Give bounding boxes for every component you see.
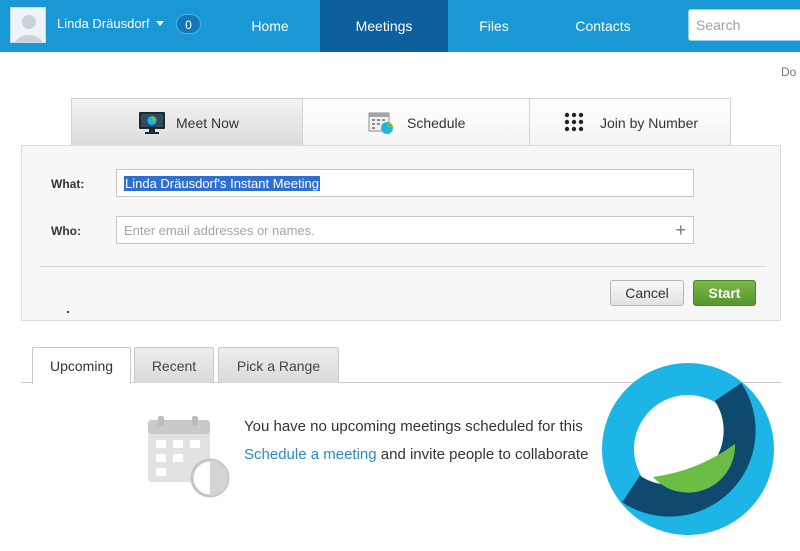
tab-recent[interactable]: Recent xyxy=(134,347,214,383)
tab-upcoming[interactable]: Upcoming xyxy=(32,347,131,384)
add-attendee-icon[interactable]: + xyxy=(675,221,686,239)
schedule-prompt-text: and invite people to collaborate xyxy=(376,446,589,463)
nav-home[interactable]: Home xyxy=(222,0,318,52)
tab-meet-now[interactable]: Meet Now xyxy=(71,98,303,146)
nav-meetings[interactable]: Meetings xyxy=(320,0,448,52)
tab-meet-now-label: Meet Now xyxy=(176,115,240,131)
truncated-link-text[interactable]: Do xyxy=(781,65,796,79)
webex-logo xyxy=(598,359,778,544)
dialpad-icon xyxy=(564,112,584,135)
tab-join-label: Join by Number xyxy=(600,115,699,131)
stray-dot xyxy=(67,311,69,313)
calendar-icon xyxy=(367,110,395,139)
notification-badge[interactable]: 0 xyxy=(176,14,201,34)
attendees-input[interactable] xyxy=(117,217,657,243)
meeting-topic-field[interactable]: Linda Dräusdorf's Instant Meeting xyxy=(116,169,694,197)
schedule-prompt: Schedule a meeting and invite people to … xyxy=(244,446,588,463)
meeting-mode-tabs: Meet Now Schedule Join by Number xyxy=(71,98,731,146)
cancel-button[interactable]: Cancel xyxy=(610,280,684,306)
calendar-clock-icon xyxy=(146,416,230,503)
tab-schedule[interactable]: Schedule xyxy=(302,98,530,146)
meeting-topic-value: Linda Dräusdorf's Instant Meeting xyxy=(124,176,320,191)
meet-now-panel: What: Linda Dräusdorf's Instant Meeting … xyxy=(21,145,781,321)
tab-pick-a-range[interactable]: Pick a Range xyxy=(218,347,339,383)
monitor-icon xyxy=(138,111,166,138)
search-input[interactable] xyxy=(688,9,800,41)
schedule-meeting-link[interactable]: Schedule a meeting xyxy=(244,446,377,463)
form-divider xyxy=(40,266,766,267)
user-avatar[interactable] xyxy=(10,7,46,43)
no-meetings-message: You have no upcoming meetings scheduled … xyxy=(244,418,583,435)
top-navigation-bar: Linda Dräusdorf 0 Home Meetings Files Co… xyxy=(0,0,800,52)
who-label: Who: xyxy=(51,224,81,238)
tab-schedule-label: Schedule xyxy=(407,115,466,131)
user-name-menu[interactable]: Linda Dräusdorf xyxy=(57,16,150,31)
nav-files[interactable]: Files xyxy=(448,0,540,52)
person-icon xyxy=(15,15,43,42)
start-button[interactable]: Start xyxy=(693,280,756,306)
what-label: What: xyxy=(51,177,85,191)
nav-contacts[interactable]: Contacts xyxy=(548,0,658,52)
chevron-down-icon[interactable] xyxy=(156,21,164,26)
attendees-field[interactable]: + xyxy=(116,216,694,244)
tab-join-by-number[interactable]: Join by Number xyxy=(529,98,731,146)
